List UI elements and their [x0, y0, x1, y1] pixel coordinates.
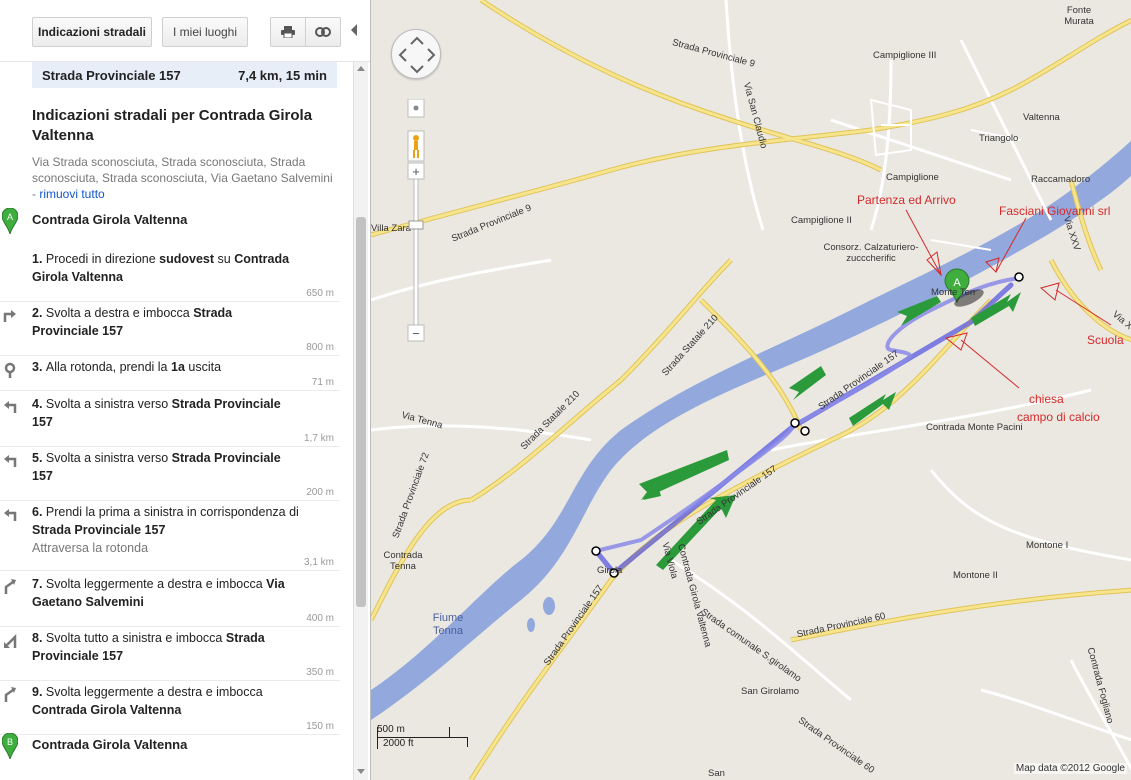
directions-button[interactable]: Indicazioni stradali — [32, 17, 152, 47]
map-label: Raccamadoro — [1031, 174, 1091, 185]
direction-step[interactable]: 5. Svolta a sinistra verso Strada Provin… — [0, 449, 340, 501]
map-label: Valtenna — [1023, 112, 1060, 123]
step-text: 6. Prendi la prima a sinistra in corrisp… — [32, 503, 302, 557]
direction-step[interactable]: 4. Svolta a sinistra verso Strada Provin… — [0, 395, 340, 447]
annotation-company: Fasciani Giovanni srl — [999, 204, 1111, 218]
map-label: Fonte Murata — [1064, 5, 1094, 27]
step-text: 8. Svolta tutto a sinistra e imbocca Str… — [32, 631, 265, 663]
route-road: Strada Provinciale 157 — [42, 67, 181, 83]
map-label: Villa Zara — [371, 223, 411, 234]
svg-text:B: B — [7, 737, 13, 747]
annotation-church: chiesa — [1029, 392, 1064, 406]
panel-scrollbar[interactable] — [353, 62, 368, 780]
map-label: Triangolo — [979, 133, 1019, 144]
step-text: 4. Svolta a sinistra verso Strada Provin… — [32, 397, 281, 429]
map-label: Fiume Tenna — [432, 612, 464, 637]
step-distance: 200 m — [306, 487, 334, 498]
step-text: 7. Svolta leggermente a destra e imbocca… — [32, 577, 285, 609]
step-distance: 1,7 km — [303, 433, 334, 444]
marker-a-icon: A — [2, 208, 18, 234]
pond — [543, 597, 555, 615]
scroll-down-icon[interactable] — [357, 769, 365, 774]
route-distance-time: 7,4 km, 15 min — [238, 67, 327, 83]
map-label: Contrada Tenna — [383, 550, 423, 572]
map-copyright[interactable]: Map data ©2012 Google — [1013, 763, 1127, 774]
my-places-button[interactable]: I miei luoghi — [162, 17, 248, 47]
collapse-panel-arrow-icon[interactable] — [351, 24, 357, 36]
step-distance: 3,1 km — [303, 557, 334, 568]
turn-left-icon — [4, 401, 17, 413]
step-note: Attraversa la rotonda — [32, 541, 149, 555]
direction-step[interactable]: 7. Svolta leggermente a destra e imbocca… — [0, 575, 340, 627]
print-button[interactable] — [270, 17, 306, 47]
step-text: 1. Procedi in direzione sudovest su Cont… — [32, 252, 290, 284]
direction-step[interactable]: 1. Procedi in direzione sudovest su Cont… — [0, 250, 340, 302]
step-distance: 800 m — [306, 342, 334, 353]
map-label: Montone II — [953, 570, 998, 581]
direction-step[interactable]: 6. Prendi la prima a sinistra in corrisp… — [0, 503, 340, 571]
step-distance: 350 m — [306, 667, 334, 678]
pond — [527, 618, 535, 632]
map-scale: 500 m 2000 ft — [377, 724, 477, 750]
step-distance: 150 m — [306, 721, 334, 732]
link-icon — [315, 27, 331, 37]
pan-control[interactable] — [391, 29, 441, 79]
slight-right-icon — [4, 687, 16, 702]
directions-header: Indicazioni stradali per Contrada Girola… — [32, 106, 337, 202]
turn-right-icon — [3, 310, 16, 322]
map-label: San Girolamo — [741, 686, 800, 697]
zoom-slider: + − — [407, 99, 425, 342]
svg-text:−: − — [412, 326, 420, 341]
step-distance: 71 m — [311, 377, 334, 388]
map-label: Monte Ten — [931, 287, 976, 298]
annotation-start-end: Partenza ed Arrivo — [857, 193, 956, 207]
directions-via: Via Strada sconosciuta, Strada sconosciu… — [32, 155, 333, 201]
step-text: 5. Svolta a sinistra verso Strada Provin… — [32, 451, 281, 483]
direction-step[interactable]: 8. Svolta tutto a sinistra e imbocca Str… — [0, 629, 340, 681]
slight-right-icon — [4, 579, 16, 594]
step-text: 3. Alla rotonda, prendi la 1a uscita — [32, 360, 222, 374]
step-text: 9. Svolta leggermente a destra e imbocca… — [32, 685, 263, 717]
map-label: Girola — [597, 565, 623, 576]
directions-panel: Indicazioni stradali I miei luoghi Strad… — [0, 0, 370, 780]
direction-step[interactable]: 2. Svolta a destra e imbocca Strada Prov… — [0, 304, 340, 356]
direction-step[interactable]: 3. Alla rotonda, prendi la 1a uscita 71 m — [0, 358, 340, 391]
map-label: Montone I — [1026, 540, 1069, 551]
link-button[interactable] — [305, 17, 341, 47]
annotation-field: campo di calcio — [1017, 410, 1100, 424]
map-label: Campiglione II — [791, 215, 852, 226]
turn-left-icon — [4, 509, 17, 521]
step-text: 2. Svolta a destra e imbocca Strada Prov… — [32, 306, 233, 338]
remove-all-link[interactable]: rimuovi tutto — [39, 187, 104, 201]
sharp-left-icon — [4, 633, 17, 648]
page-title: Indicazioni stradali per Contrada Girola… — [32, 107, 313, 144]
start-waypoint-name: Contrada Girola Valtenna — [32, 212, 188, 227]
map-label: Contrada Monte Pacini — [926, 422, 1023, 433]
route-summary[interactable]: Strada Provinciale 157 7,4 km, 15 min — [32, 62, 337, 88]
svg-text:+: + — [412, 164, 420, 179]
printer-icon — [281, 26, 295, 38]
marker-b-icon: B — [2, 733, 18, 759]
scroll-thumb[interactable] — [356, 217, 366, 607]
scroll-up-icon[interactable] — [357, 66, 365, 71]
map-label: Consorz. Calzaturiero-zucccherific — [823, 242, 919, 264]
end-waypoint-name: Contrada Girola Valtenna — [32, 737, 188, 752]
map-canvas[interactable]: A Fonte Murata Strada Provinciale 9 Campig… — [370, 0, 1131, 780]
step-distance: 400 m — [306, 613, 334, 624]
map-label: Campiglione III — [873, 50, 937, 61]
roundabout-icon — [4, 362, 16, 378]
annotation-school: Scuola — [1087, 333, 1124, 347]
map-label: San — [708, 768, 725, 779]
svg-text:A: A — [7, 212, 13, 222]
toolbar: Indicazioni stradali I miei luoghi — [0, 0, 370, 62]
pan-arrows-icon — [398, 36, 436, 74]
direction-step[interactable]: 9. Svolta leggermente a destra e imbocca… — [0, 683, 340, 735]
step-distance: 650 m — [306, 288, 334, 299]
map-label: Campiglione — [886, 172, 939, 183]
turn-left-icon — [4, 455, 17, 467]
zoom-control[interactable]: + − — [406, 99, 426, 349]
